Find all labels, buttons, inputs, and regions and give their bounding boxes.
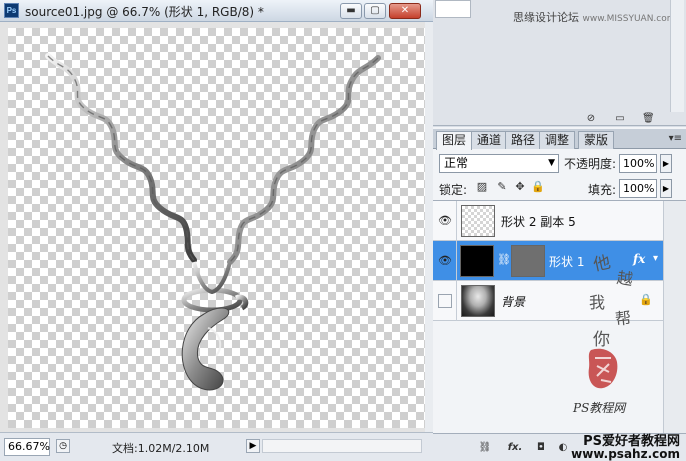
forum-name: 思缘设计论坛 <box>513 11 579 24</box>
panel-tabs: 图层 通道 路径 调整 蒙版 ▾≡ <box>433 129 686 150</box>
add-style-icon[interactable]: fx. <box>507 441 523 455</box>
site-url: www.psahz.com <box>571 447 680 461</box>
canvas-vertical-scrollbar[interactable] <box>425 22 433 432</box>
play-icon: ▶ <box>249 441 257 451</box>
clock-icon: ◷ <box>59 441 67 451</box>
layer-name[interactable]: 形状 1 <box>549 253 584 270</box>
layer-list: 👁 形状 2 副本 5 👁 ⛓ 形状 1 fx ▾ 背景 🔒 他 越 我 帮 你… <box>433 200 686 434</box>
chain-link-icon[interactable]: ⛓ <box>497 253 511 266</box>
prohibit-icon[interactable]: ⊘ <box>585 113 597 125</box>
lock-transparency-icon[interactable]: ▨ <box>475 180 489 194</box>
opacity-label: 不透明度: <box>564 157 617 171</box>
document-title: source01.jpg @ 66.7% (形状 1, RGB/8) * <box>25 5 264 19</box>
lock-icon: 🔒 <box>639 293 653 306</box>
status-arrow-button[interactable]: ▶ <box>246 439 260 453</box>
watermark-char: 我 <box>589 293 606 312</box>
zoom-field[interactable]: 66.67% <box>4 438 50 456</box>
layer-thumbnail <box>461 205 495 237</box>
tab-layers[interactable]: 图层 <box>436 131 473 150</box>
document-window: Ps source01.jpg @ 66.7% (形状 1, RGB/8) * … <box>0 0 433 461</box>
transparent-canvas[interactable] <box>8 28 425 428</box>
lock-all-icon[interactable]: 🔒 <box>531 180 545 194</box>
minimize-button[interactable]: ▬ <box>340 3 362 19</box>
mask-thumbnail <box>511 245 545 277</box>
layer-list-scrollbar[interactable] <box>663 201 686 434</box>
watermark-char: 越 <box>615 267 635 290</box>
tab-channels[interactable]: 通道 <box>471 131 508 149</box>
close-button[interactable]: ✕ <box>389 3 421 19</box>
document-size: 文档:1.02M/2.10M <box>112 442 210 455</box>
lock-position-icon[interactable]: ✥ <box>513 180 527 194</box>
close-icon: ✕ <box>400 5 410 16</box>
document-titlebar[interactable]: Ps source01.jpg @ 66.7% (形状 1, RGB/8) * … <box>0 0 433 22</box>
canvas-horizontal-scrollbar[interactable] <box>262 439 422 453</box>
layer-thumbnail <box>461 285 495 317</box>
blend-mode-value: 正常 <box>444 156 469 170</box>
eye-icon[interactable]: 👁 <box>437 253 453 269</box>
watermark-char: 帮 <box>614 308 633 329</box>
expand-effects-icon[interactable]: ▾ <box>653 253 658 264</box>
lock-pixels-icon[interactable]: ✎ <box>495 180 509 194</box>
visibility-toggle[interactable] <box>438 294 452 308</box>
link-layers-icon[interactable]: ⛓ <box>477 441 493 455</box>
forum-url: www.MISSYUAN.com <box>582 14 676 24</box>
restore-icon: ▢ <box>370 5 380 16</box>
right-panel: 思缘设计论坛 www.MISSYUAN.com ⊘ ▭ 🗑 图层 通道 路径 调… <box>433 0 686 461</box>
blend-mode-select[interactable]: 正常 ▼ <box>439 154 559 173</box>
fill-label: 填充: <box>588 183 617 197</box>
fill-arrow-button[interactable]: ▶ <box>660 179 672 198</box>
opacity-arrow-button[interactable]: ▶ <box>660 154 672 173</box>
layers-panel: 图层 通道 路径 调整 蒙版 ▾≡ 正常 ▼ 不透明度: 100% ▶ 锁定: … <box>433 127 686 461</box>
watermark-script: PS教程网 <box>573 401 626 415</box>
fill-field[interactable]: 100% <box>619 179 657 198</box>
dropdown-arrow-icon: ▼ <box>548 158 555 168</box>
tab-masks[interactable]: 蒙版 <box>578 131 615 149</box>
eye-icon[interactable]: 👁 <box>437 213 453 229</box>
layers-footer: ⛓ fx. ◘ ◐ PS爱好者教程网 www.psahz.com <box>433 433 686 461</box>
layer-name[interactable]: 背景 <box>501 293 525 310</box>
tab-paths[interactable]: 路径 <box>505 131 542 149</box>
fx-icon[interactable]: fx <box>633 252 645 266</box>
layer-row[interactable]: 👁 形状 2 副本 5 <box>433 201 663 241</box>
top-panel-scrollbar[interactable] <box>670 0 684 112</box>
layer-thumbnail <box>460 245 494 277</box>
add-mask-icon[interactable]: ◘ <box>533 441 549 455</box>
adjustment-layer-icon[interactable]: ◐ <box>555 441 571 455</box>
forum-watermark: 思缘设计论坛 www.MISSYUAN.com <box>513 9 676 25</box>
top-panel: 思缘设计论坛 www.MISSYUAN.com ⊘ ▭ 🗑 <box>433 0 686 126</box>
top-panel-footer: ⊘ ▭ 🗑 <box>433 112 686 126</box>
panel-menu-icon[interactable]: ▾≡ <box>669 133 682 144</box>
lock-label: 锁定: <box>439 183 468 197</box>
panel-preview <box>435 0 471 18</box>
necklace-artwork <box>45 53 381 391</box>
site-watermark: PS爱好者教程网 www.psahz.com <box>571 435 680 461</box>
pendant <box>181 307 230 391</box>
status-menu-button[interactable]: ◷ <box>56 439 70 453</box>
seal-stamp-icon <box>588 348 618 389</box>
restore-button[interactable]: ▢ <box>364 3 386 19</box>
status-bar: 66.67% ◷ 文档:1.02M/2.10M ▶ <box>0 432 433 461</box>
new-item-icon[interactable]: ▭ <box>614 113 626 125</box>
canvas-area[interactable] <box>0 22 433 432</box>
opacity-field[interactable]: 100% <box>619 154 657 173</box>
layer-name[interactable]: 形状 2 副本 5 <box>501 213 576 230</box>
photoshop-icon: Ps <box>4 3 19 18</box>
trash-icon[interactable]: 🗑 <box>642 113 655 125</box>
minimize-icon: ▬ <box>346 5 356 16</box>
tab-adjustments[interactable]: 调整 <box>539 131 576 149</box>
